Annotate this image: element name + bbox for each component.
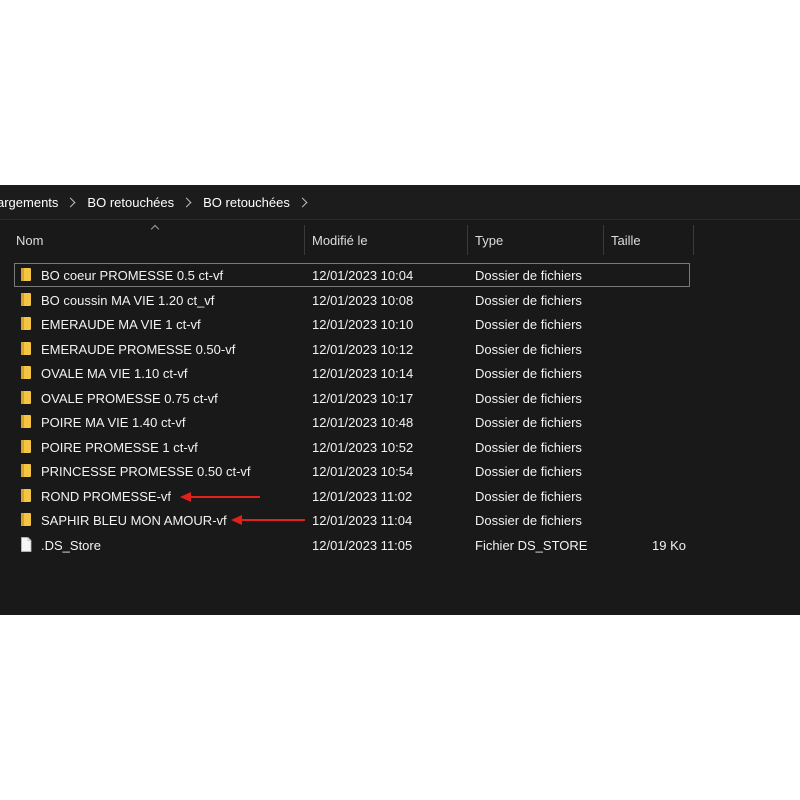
column-header-name[interactable]: Nom [16, 233, 43, 248]
file-name: .DS_Store [41, 537, 101, 553]
file-row[interactable]: POIRE MA VIE 1.40 ct-vf 12/01/2023 10:48… [14, 410, 690, 434]
folder-icon [21, 366, 31, 379]
file-type: Dossier de fichiers [475, 341, 582, 357]
file-modified: 12/01/2023 10:52 [312, 439, 414, 455]
file-type: Dossier de fichiers [475, 268, 582, 283]
folder-icon [21, 268, 31, 281]
folder-icon [21, 341, 31, 355]
breadcrumb-item[interactable]: argements [0, 195, 58, 210]
file-row[interactable]: BO coeur PROMESSE 0.5 ct-vf 12/01/2023 1… [14, 263, 690, 287]
file-type: Dossier de fichiers [475, 317, 582, 332]
file-type: Dossier de fichiers [475, 415, 582, 430]
folder-icon [21, 488, 31, 502]
file-row[interactable]: POIRE PROMESSE 1 ct-vf 12/01/2023 10:52 … [14, 435, 690, 459]
file-modified: 12/01/2023 11:04 [312, 513, 413, 528]
sort-ascending-icon [150, 224, 160, 234]
file-row[interactable]: EMERAUDE PROMESSE 0.50-vf 12/01/2023 10:… [14, 337, 690, 361]
chevron-right-icon[interactable] [297, 197, 308, 207]
file-name: BO coussin MA VIE 1.20 ct_vf [41, 292, 215, 308]
folder-icon [21, 317, 31, 330]
file-type: Dossier de fichiers [475, 292, 582, 308]
file-type: Dossier de fichiers [475, 513, 582, 528]
file-row[interactable]: BO coussin MA VIE 1.20 ct_vf 12/01/2023 … [14, 288, 690, 312]
file-modified: 12/01/2023 10:17 [312, 390, 414, 406]
folder-icon [21, 292, 31, 306]
file-type: Dossier de fichiers [475, 390, 582, 406]
file-type: Dossier de fichiers [475, 464, 582, 479]
file-type: Dossier de fichiers [475, 366, 582, 381]
file-row[interactable]: EMERAUDE MA VIE 1 ct-vf 12/01/2023 10:10… [14, 312, 690, 336]
file-row[interactable]: ROND PROMESSE-vf 12/01/2023 11:02 Dossie… [14, 484, 690, 508]
red-arrow-annotation [180, 492, 260, 502]
file-modified: 12/01/2023 10:04 [312, 268, 414, 283]
file-modified: 12/01/2023 10:48 [312, 415, 414, 430]
file-name: POIRE MA VIE 1.40 ct-vf [41, 415, 186, 430]
file-modified: 12/01/2023 10:12 [312, 341, 414, 357]
folder-icon [21, 439, 31, 453]
folder-icon [21, 390, 31, 404]
file-row[interactable]: OVALE PROMESSE 0.75 ct-vf 12/01/2023 10:… [14, 386, 690, 410]
file-modified: 12/01/2023 10:08 [312, 292, 414, 308]
file-row[interactable]: OVALE MA VIE 1.10 ct-vf 12/01/2023 10:14… [14, 361, 690, 385]
file-row[interactable]: PRINCESSE PROMESSE 0.50 ct-vf 12/01/2023… [14, 459, 690, 483]
column-divider[interactable] [467, 225, 468, 255]
file-type: Fichier DS_STORE [475, 537, 588, 553]
column-header-modified[interactable]: Modifié le [312, 233, 368, 248]
file-explorer-window: argements BO retouchées BO retouchées No… [0, 185, 800, 615]
red-arrow-annotation [231, 515, 305, 525]
breadcrumb-item[interactable]: BO retouchées [203, 195, 290, 210]
file-name: SAPHIR BLEU MON AMOUR-vf [41, 513, 227, 528]
file-name: POIRE PROMESSE 1 ct-vf [41, 439, 198, 455]
folder-icon [21, 513, 31, 526]
file-name: EMERAUDE MA VIE 1 ct-vf [41, 317, 201, 332]
chevron-right-icon[interactable] [65, 197, 76, 207]
column-header-type[interactable]: Type [475, 233, 503, 248]
chevron-right-icon[interactable] [181, 197, 192, 207]
file-modified: 12/01/2023 11:05 [312, 537, 413, 553]
column-divider[interactable] [304, 225, 305, 255]
file-icon [21, 536, 32, 552]
file-type: Dossier de fichiers [475, 488, 582, 504]
file-name: OVALE MA VIE 1.10 ct-vf [41, 366, 188, 381]
file-size: 19 Ko [652, 537, 686, 553]
file-modified: 12/01/2023 10:14 [312, 366, 414, 381]
file-name: PRINCESSE PROMESSE 0.50 ct-vf [41, 464, 251, 479]
file-row[interactable]: SAPHIR BLEU MON AMOUR-vf 12/01/2023 11:0… [14, 508, 690, 532]
column-divider[interactable] [603, 225, 604, 255]
file-name: OVALE PROMESSE 0.75 ct-vf [41, 390, 218, 406]
file-modified: 12/01/2023 11:02 [312, 488, 413, 504]
file-name: ROND PROMESSE-vf [41, 488, 172, 504]
column-header-row: Nom Modifié le Type Taille [0, 224, 800, 255]
breadcrumb-item[interactable]: BO retouchées [87, 195, 174, 210]
file-name: BO coeur PROMESSE 0.5 ct-vf [41, 268, 224, 283]
file-type: Dossier de fichiers [475, 439, 582, 455]
file-modified: 12/01/2023 10:54 [312, 464, 414, 479]
file-modified: 12/01/2023 10:10 [312, 317, 414, 332]
column-divider[interactable] [693, 225, 694, 255]
breadcrumb[interactable]: argements BO retouchées BO retouchées [0, 185, 800, 220]
folder-icon [21, 415, 31, 428]
folder-icon [21, 464, 31, 477]
column-header-size[interactable]: Taille [611, 233, 641, 248]
file-name: EMERAUDE PROMESSE 0.50-vf [41, 341, 236, 357]
file-row[interactable]: .DS_Store 12/01/2023 11:05 Fichier DS_ST… [14, 533, 690, 557]
